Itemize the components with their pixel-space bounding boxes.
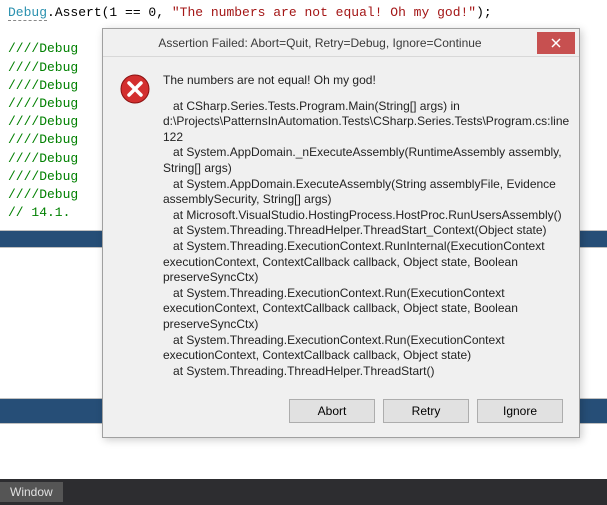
retry-button[interactable]: Retry — [383, 399, 469, 423]
stack-trace: at CSharp.Series.Tests.Program.Main(Stri… — [163, 99, 569, 380]
error-icon — [119, 73, 155, 379]
assertion-message: The numbers are not equal! Oh my god! — [163, 73, 569, 89]
assertion-dialog: Assertion Failed: Abort=Quit, Retry=Debu… — [102, 28, 580, 438]
ignore-button[interactable]: Ignore — [477, 399, 563, 423]
code-line-assert: Debug.Assert(1 == 0, "The numbers are no… — [8, 4, 599, 22]
window-tab[interactable]: Window — [0, 482, 63, 502]
debug-token: Debug — [8, 5, 47, 21]
status-bar: Window — [0, 479, 607, 505]
dialog-titlebar[interactable]: Assertion Failed: Abort=Quit, Retry=Debu… — [103, 29, 579, 57]
close-icon — [551, 38, 561, 48]
dialog-button-row: Abort Retry Ignore — [103, 387, 579, 437]
dialog-title: Assertion Failed: Abort=Quit, Retry=Debu… — [103, 36, 537, 50]
close-button[interactable] — [537, 32, 575, 54]
message-area: The numbers are not equal! Oh my god! at… — [163, 73, 569, 379]
abort-button[interactable]: Abort — [289, 399, 375, 423]
